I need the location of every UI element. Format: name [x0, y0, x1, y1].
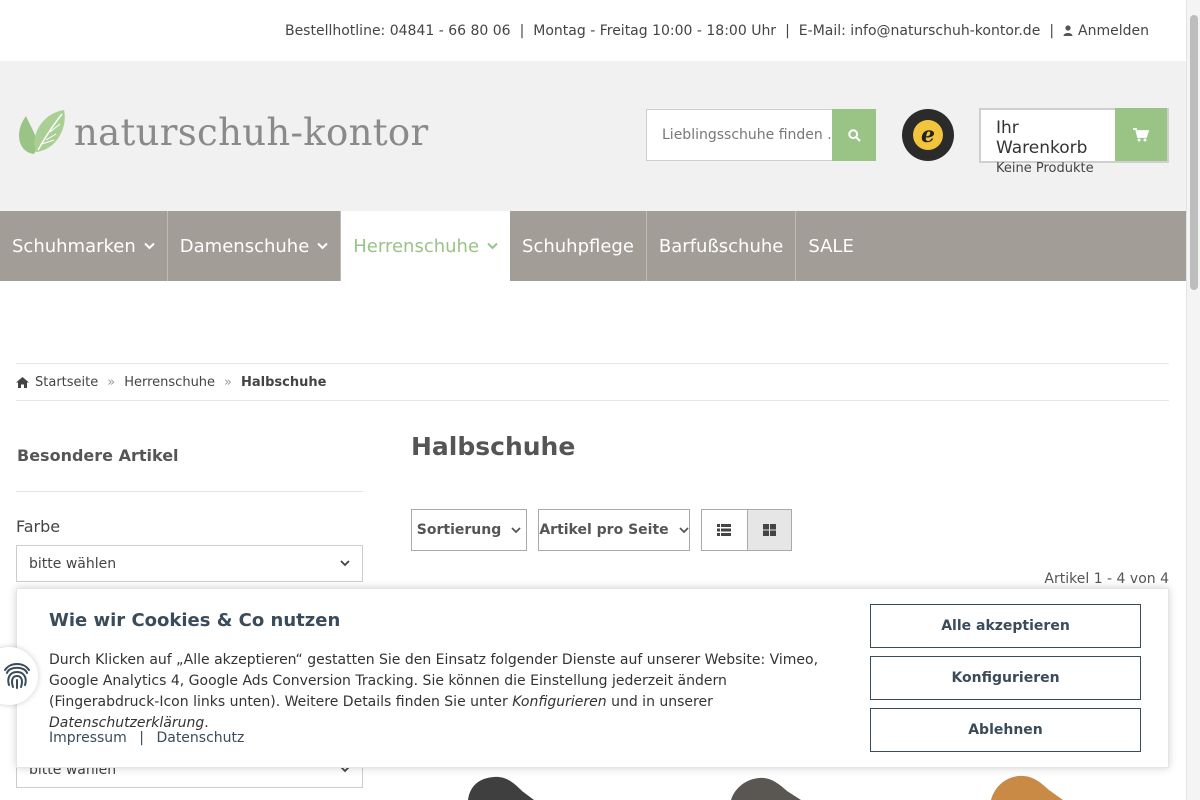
chevron-down-icon — [144, 242, 155, 250]
accept-all-button[interactable]: Alle akzeptieren — [870, 604, 1141, 648]
view-toggle — [701, 509, 792, 551]
separator: | — [139, 730, 144, 746]
nav-label: Herrenschuhe — [353, 235, 480, 257]
nav-item-herrenschuhe[interactable]: Herrenschuhe — [341, 211, 511, 281]
nav-item-damenschuhe[interactable]: Damenschuhe — [168, 211, 342, 281]
nav-label: Schuhmarken — [12, 235, 136, 257]
scrollbar[interactable] — [1186, 0, 1200, 800]
search-box — [646, 109, 876, 161]
nav-label: Schuhpflege — [522, 235, 634, 257]
home-icon — [16, 376, 29, 388]
separator: | — [1049, 22, 1055, 39]
breadcrumb-current: Halbschuhe — [241, 374, 327, 390]
breadcrumb-separator: » — [107, 374, 116, 390]
cart-button[interactable] — [1115, 108, 1167, 161]
product-image[interactable] — [460, 775, 540, 800]
search-icon — [847, 128, 861, 142]
datenschutz-link[interactable]: Datenschutz — [156, 730, 244, 746]
cookie-banner: Wie wir Cookies & Co nutzen Durch Klicke… — [16, 588, 1169, 768]
list-view-button[interactable] — [702, 510, 747, 550]
chevron-down-icon — [317, 242, 328, 250]
top-info-bar: Bestellhotline: 04841 - 66 80 06 | Monta… — [0, 0, 1186, 61]
separator: | — [785, 22, 790, 39]
login-link[interactable]: Anmelden — [1063, 23, 1149, 39]
trusted-shops-logo: e — [913, 120, 943, 150]
opening-hours: Montag - Freitag 10:00 - 18:00 Uhr — [533, 22, 777, 39]
chevron-down-icon — [511, 526, 521, 533]
nav-item-schuhpflege[interactable]: Schuhpflege — [510, 211, 647, 281]
sort-label: Sortierung — [416, 522, 502, 538]
select-value: bitte wählen — [29, 555, 117, 572]
product-image[interactable] — [985, 775, 1065, 800]
order-hotline: Bestellhotline: 04841 - 66 80 06 — [284, 22, 511, 39]
trusted-shops-badge[interactable]: e — [902, 109, 954, 161]
chevron-down-icon — [679, 526, 689, 533]
page-title: Halbschuhe — [411, 432, 576, 461]
sidebar-title[interactable]: Besondere Artikel — [17, 446, 179, 465]
divider — [16, 491, 363, 492]
per-page-dropdown[interactable]: Artikel pro Seite — [538, 509, 690, 551]
logo-text: naturschuh-kontor — [74, 110, 429, 154]
color-select[interactable]: bitte wählen — [16, 545, 363, 582]
breadcrumb-herrenschuhe[interactable]: Herrenschuhe — [124, 375, 215, 390]
cookie-links: Impressum | Datenschutz — [49, 730, 244, 746]
site-logo[interactable]: naturschuh-kontor — [16, 108, 428, 156]
user-icon — [1063, 25, 1073, 36]
configure-button[interactable]: Konfigurieren — [870, 656, 1141, 700]
breadcrumb: Startseite » Herrenschuhe » Halbschuhe — [16, 363, 1169, 401]
fingerprint-icon — [4, 663, 30, 689]
nav-item-sale[interactable]: SALE — [796, 211, 865, 281]
nav-label: Damenschuhe — [179, 235, 310, 257]
sort-dropdown[interactable]: Sortierung — [411, 509, 527, 551]
login-label: Anmelden — [1078, 22, 1149, 39]
nav-item-schuhmarken[interactable]: Schuhmarken — [0, 211, 168, 281]
leaf-logo-icon — [19, 110, 65, 154]
cart-status: Keine Produkte — [996, 161, 1094, 176]
chevron-down-icon — [340, 560, 350, 567]
breadcrumb-home[interactable]: Startseite — [35, 375, 98, 390]
decline-button[interactable]: Ablehnen — [870, 708, 1141, 752]
configure-link[interactable]: Konfigurieren — [512, 694, 606, 710]
nav-label: SALE — [808, 235, 854, 257]
search-input[interactable] — [647, 110, 832, 160]
search-button[interactable] — [832, 109, 876, 161]
grid-icon — [762, 524, 776, 536]
site-header: naturschuh-kontor e Ihr Warenkorb Keine … — [0, 61, 1186, 211]
nav-item-barfussschuhe[interactable]: Barfußschuhe — [647, 211, 797, 281]
per-page-label: Artikel pro Seite — [539, 522, 669, 538]
privacy-policy-link[interactable]: Datenschutzerklärung — [49, 715, 204, 731]
cart-title: Ihr Warenkorb — [996, 118, 1088, 158]
chevron-down-icon — [487, 242, 498, 250]
contact-email[interactable]: E-Mail: info@naturschuh-kontor.de — [799, 23, 1041, 39]
list-icon — [717, 524, 732, 536]
cart-icon — [1133, 127, 1149, 141]
breadcrumb-separator: » — [224, 374, 233, 390]
product-image[interactable] — [725, 775, 805, 800]
grid-view-button[interactable] — [746, 510, 791, 550]
main-navigation: Schuhmarken Damenschuhe Herrenschuhe Sch… — [0, 211, 1186, 281]
cookie-title: Wie wir Cookies & Co nutzen — [49, 610, 341, 631]
scrollbar-thumb[interactable] — [1190, 15, 1198, 290]
cart-widget[interactable]: Ihr Warenkorb Keine Produkte — [979, 108, 1169, 176]
filter-label-farbe: Farbe — [16, 517, 61, 536]
cookie-text: Durch Klicken auf „Alle akzeptieren“ ges… — [49, 652, 819, 731]
nav-label: Barfußschuhe — [658, 235, 784, 257]
article-count: Artikel 1 - 4 von 4 — [1044, 571, 1169, 587]
separator: | — [519, 22, 525, 39]
impressum-link[interactable]: Impressum — [49, 730, 127, 746]
